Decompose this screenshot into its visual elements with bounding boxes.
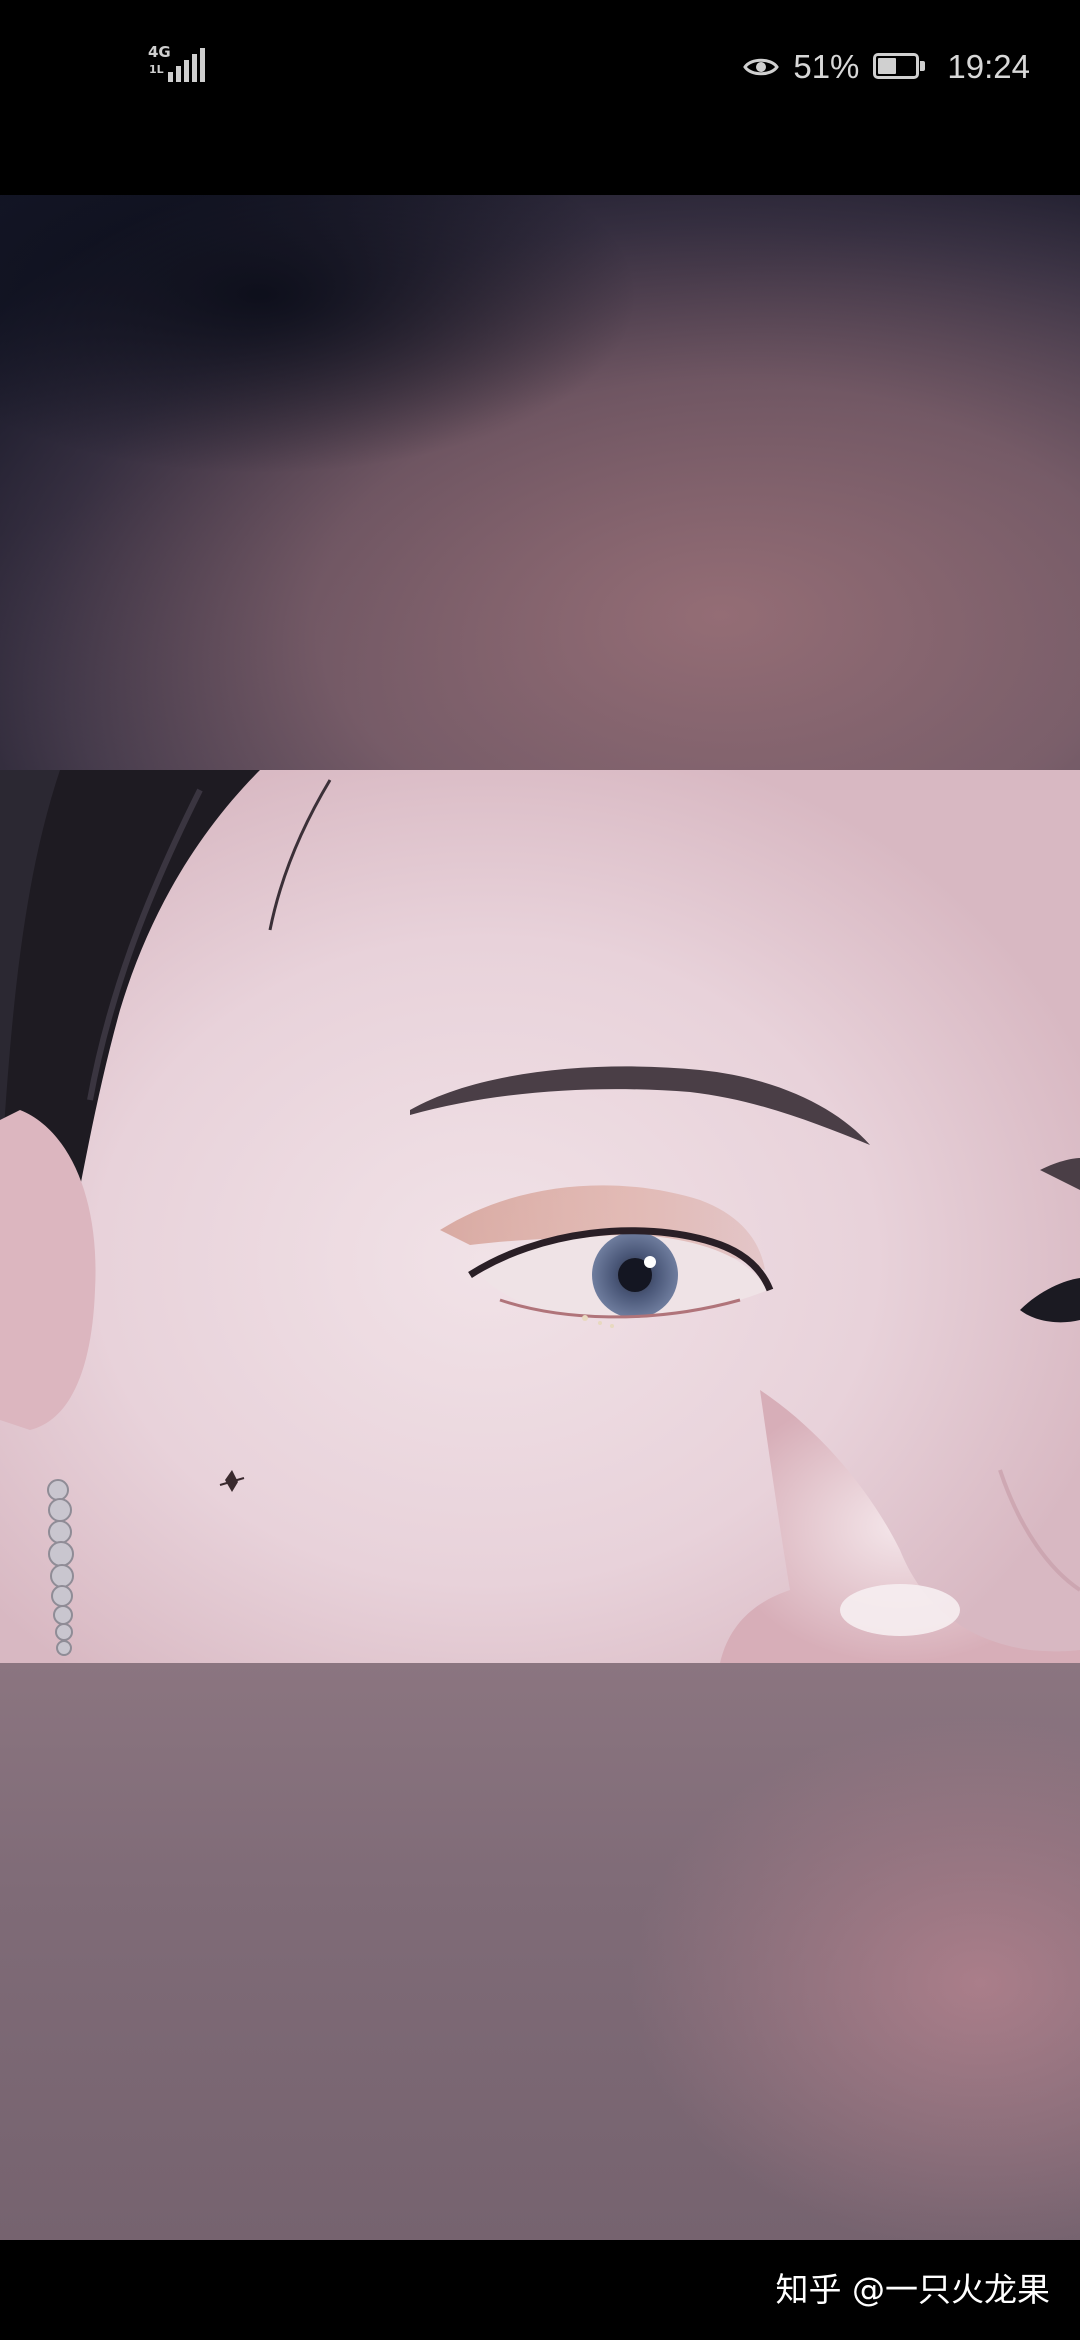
battery-fill xyxy=(878,58,897,74)
network-type-label: 4G xyxy=(148,43,171,61)
signal-bar xyxy=(184,60,189,82)
signal-icon: 4G 1L xyxy=(148,43,205,86)
blurred-background-bottom xyxy=(0,1663,1080,2240)
blurred-background-top xyxy=(0,195,1080,770)
signal-bar xyxy=(168,72,173,82)
battery-percent: 51% xyxy=(793,48,860,85)
clock-time: 19:24 xyxy=(947,48,1030,85)
zhihu-watermark: 知乎 @一只火龙果 xyxy=(775,2270,1051,2309)
battery-icon xyxy=(873,53,927,81)
photo-viewer[interactable] xyxy=(0,195,1080,2240)
signal-bar xyxy=(200,48,205,82)
status-bar: 4G 1L 51% 19:24 xyxy=(0,0,1080,195)
status-right-group: 51% 19:24 xyxy=(743,42,1030,92)
signal-bar xyxy=(176,66,181,82)
signal-bar xyxy=(192,54,197,82)
network-sub-label: 1L xyxy=(149,63,164,76)
face-photo[interactable] xyxy=(0,770,1080,1663)
face-photo-illustration xyxy=(0,770,1080,1663)
bottom-bar: 知乎 @一只火龙果 xyxy=(0,2240,1080,2340)
eye-comfort-icon xyxy=(743,49,780,85)
